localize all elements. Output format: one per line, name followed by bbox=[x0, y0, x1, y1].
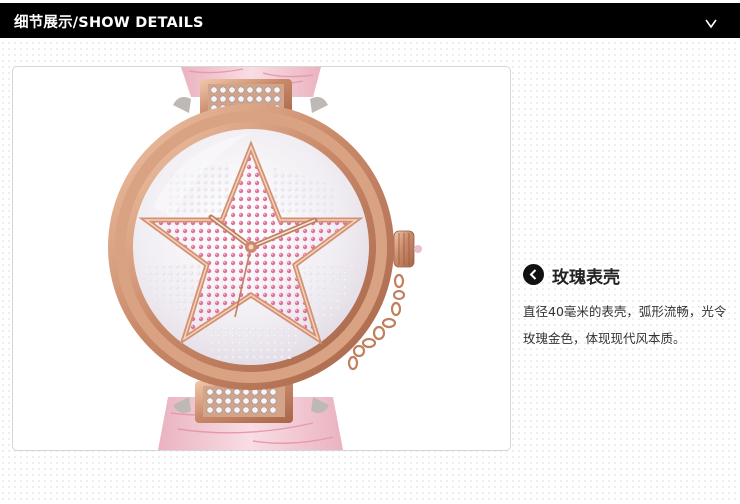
watch-image bbox=[108, 67, 422, 450]
product-photo-frame bbox=[12, 66, 511, 451]
feature-heading: 玫瑰表壳 bbox=[523, 262, 733, 290]
section-title: 细节展示/SHOW DETAILS bbox=[14, 15, 204, 31]
feature-description: 直径40毫米的表壳，弧形流畅，光令玫瑰金色，体现现代风本质。 bbox=[523, 304, 727, 346]
section-header: 细节展示/SHOW DETAILS bbox=[0, 3, 740, 38]
feature-block: 玫瑰表壳 直径40毫米的表壳，弧形流畅，光令玫瑰金色，体现现代风本质。 bbox=[523, 262, 733, 346]
chevron-left-circle-icon bbox=[523, 264, 544, 285]
feature-title: 玫瑰表壳 bbox=[552, 268, 620, 288]
chevron-down-icon[interactable] bbox=[703, 15, 719, 31]
